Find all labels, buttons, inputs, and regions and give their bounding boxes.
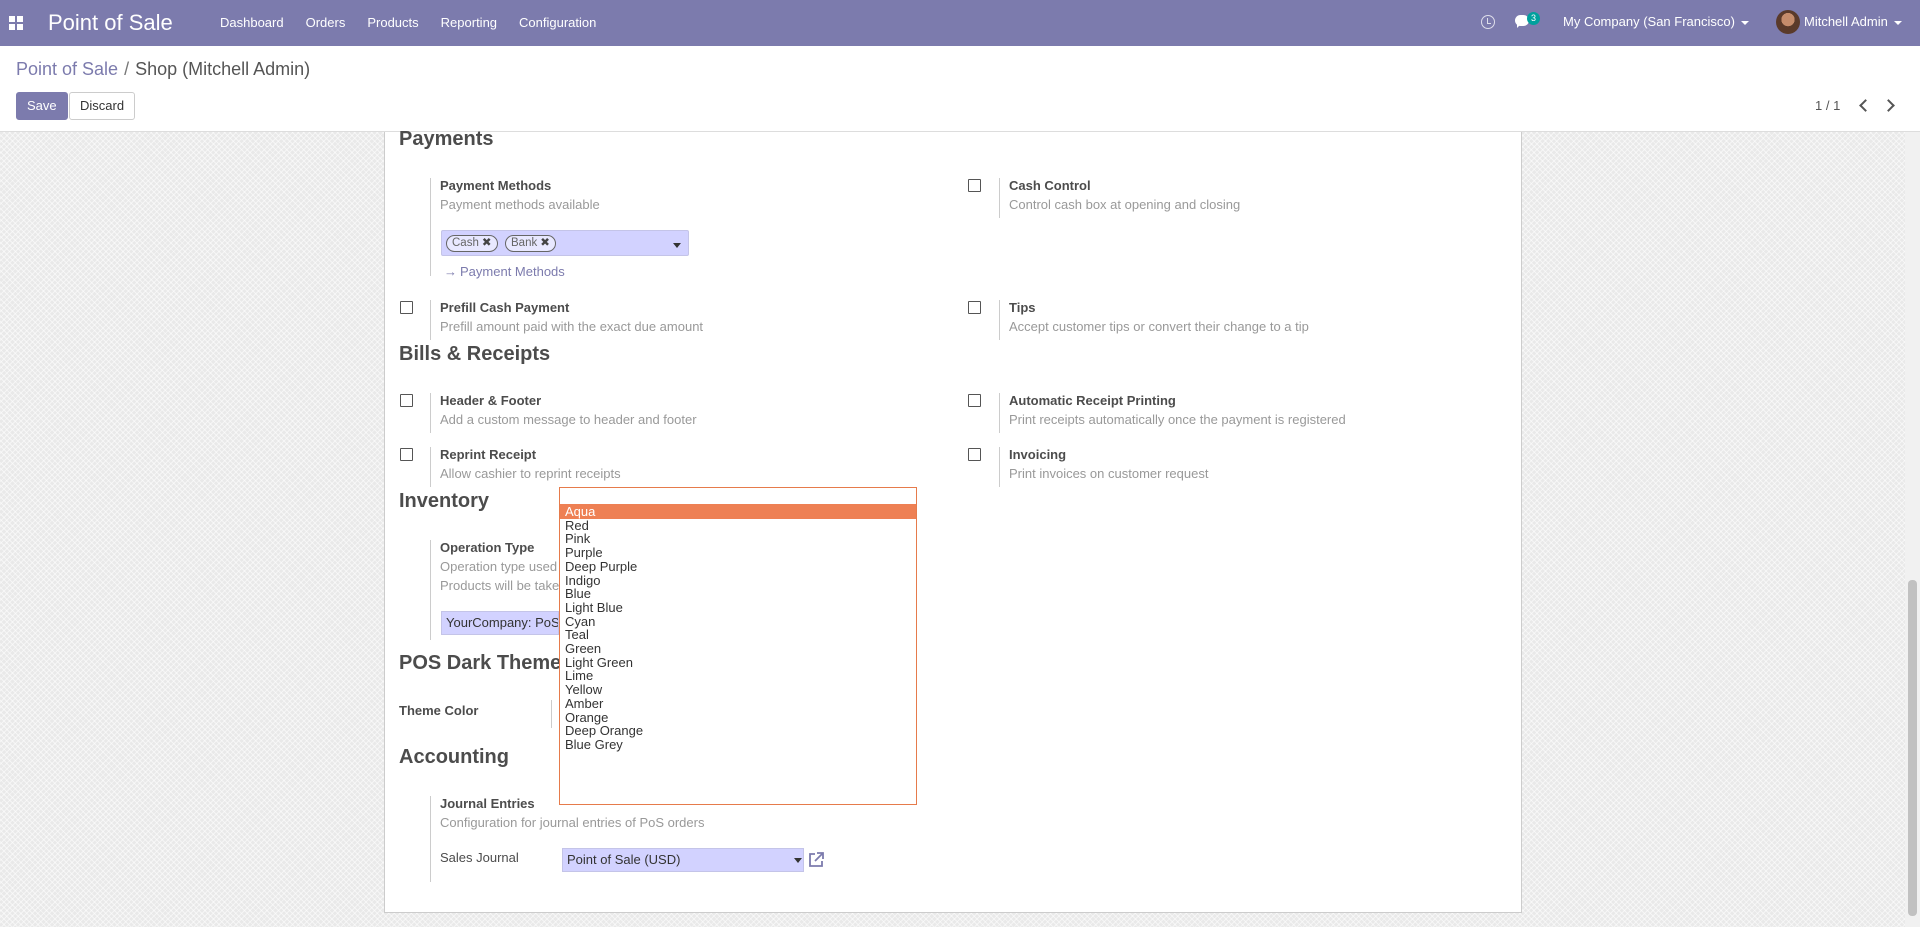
- reprint-receipt-checkbox[interactable]: [400, 448, 413, 461]
- breadcrumb: Point of Sale / Shop (Mitchell Admin): [16, 59, 310, 80]
- auto-receipt-checkbox[interactable]: [968, 394, 981, 407]
- remove-tag-icon[interactable]: ✖: [540, 237, 550, 249]
- setting-description: Print receipts automatically once the pa…: [1009, 412, 1346, 427]
- save-button[interactable]: Save: [16, 92, 68, 120]
- section-title-inventory: Inventory: [399, 490, 490, 512]
- activity-clock-icon[interactable]: [1481, 15, 1495, 29]
- user-menu[interactable]: Mitchell Admin: [1804, 14, 1902, 29]
- setting-cash-control: Cash Control Control cash box at opening…: [999, 178, 1349, 218]
- app-brand[interactable]: Point of Sale: [48, 10, 173, 36]
- setting-invoicing: Invoicing Print invoices on customer req…: [999, 447, 1349, 487]
- external-link-icon[interactable]: [807, 851, 825, 869]
- tips-checkbox[interactable]: [968, 301, 981, 314]
- user-name: Mitchell Admin: [1804, 14, 1888, 29]
- operation-type-select[interactable]: YourCompany: PoS: [441, 611, 559, 635]
- prefill-cash-checkbox[interactable]: [400, 301, 413, 314]
- setting-description: Accept customer tips or convert their ch…: [1009, 319, 1309, 334]
- setting-description: Print invoices on customer request: [1009, 466, 1209, 481]
- setting-header-footer: Header & Footer Add a custom message to …: [430, 393, 760, 433]
- apps-menu-icon[interactable]: [9, 16, 23, 30]
- theme-option-blue-grey[interactable]: Blue Grey: [560, 737, 916, 752]
- setting-label: Theme Color: [399, 703, 479, 718]
- setting-label: Prefill Cash Payment: [440, 300, 570, 315]
- setting-auto-receipt: Automatic Receipt Printing Print receipt…: [999, 393, 1379, 433]
- main-menu: Dashboard Orders Products Reporting Conf…: [220, 15, 618, 30]
- section-title-payments: Payments: [399, 128, 494, 150]
- setting-payment-methods: Payment Methods Payment methods availabl…: [430, 178, 760, 276]
- discard-button[interactable]: Discard: [69, 92, 136, 120]
- breadcrumb-separator: /: [124, 59, 130, 79]
- scrollbar-thumb[interactable]: [1908, 580, 1917, 916]
- setting-description: Add a custom message to header and foote…: [440, 412, 697, 427]
- setting-tips: Tips Accept customer tips or convert the…: [999, 300, 1349, 340]
- invoicing-checkbox[interactable]: [968, 448, 981, 461]
- header-footer-checkbox[interactable]: [400, 394, 413, 407]
- vertical-scrollbar[interactable]: [1905, 132, 1920, 927]
- setting-description: Allow cashier to reprint receipts: [440, 466, 621, 481]
- setting-reprint-receipt: Reprint Receipt Allow cashier to reprint…: [430, 447, 760, 487]
- menu-item-reporting[interactable]: Reporting: [441, 15, 497, 30]
- menu-item-products[interactable]: Products: [367, 15, 418, 30]
- setting-label: Journal Entries: [440, 796, 535, 811]
- payment-methods-link[interactable]: → Payment Methods: [444, 264, 565, 279]
- setting-label: Tips: [1009, 300, 1036, 315]
- setting-description: Products will be take: [440, 578, 560, 593]
- caret-down-icon[interactable]: [673, 243, 681, 248]
- setting-theme-color: Theme Color: [399, 703, 529, 723]
- section-title-bills-receipts: Bills & Receipts: [399, 343, 551, 365]
- control-panel: Point of Sale / Shop (Mitchell Admin) Save…: [0, 46, 1920, 132]
- setting-label: Header & Footer: [440, 393, 542, 408]
- setting-label: Automatic Receipt Printing: [1009, 393, 1176, 408]
- tag-bank: Bank ✖: [505, 235, 556, 252]
- caret-down-icon: [1740, 20, 1749, 25]
- menu-item-dashboard[interactable]: Dashboard: [220, 15, 284, 30]
- setting-label: Reprint Receipt: [440, 447, 537, 462]
- sales-journal-select[interactable]: Point of Sale (USD): [562, 848, 804, 872]
- menu-item-orders[interactable]: Orders: [306, 15, 346, 30]
- payment-methods-tags-field[interactable]: Cash ✖ Bank ✖: [441, 230, 689, 256]
- cash-control-checkbox[interactable]: [968, 179, 981, 192]
- company-name: My Company (San Francisco): [1563, 14, 1735, 29]
- setting-label: Invoicing: [1009, 447, 1067, 462]
- setting-label: Cash Control: [1009, 178, 1091, 193]
- setting-description: Configuration for journal entries of PoS…: [440, 815, 705, 830]
- setting-description: Payment methods available: [440, 197, 600, 212]
- arrow-right-icon: →: [444, 264, 457, 279]
- tag-cash: Cash ✖: [446, 235, 498, 252]
- section-title-accounting: Accounting: [399, 746, 509, 768]
- breadcrumb-current: Shop (Mitchell Admin): [135, 59, 311, 79]
- pager-value[interactable]: 1 / 1: [1815, 98, 1840, 113]
- setting-description: Control cash box at opening and closing: [1009, 197, 1241, 212]
- menu-item-configuration[interactable]: Configuration: [519, 15, 596, 30]
- top-navbar: Point of Sale Dashboard Orders Products …: [0, 0, 1920, 46]
- section-title-pos-dark-theme: POS Dark Theme: [399, 652, 562, 674]
- chevron-left-icon[interactable]: [1859, 99, 1872, 112]
- setting-label: Operation Type: [440, 540, 535, 555]
- setting-prefill-cash: Prefill Cash Payment Prefill amount paid…: [430, 300, 760, 340]
- setting-description: Prefill amount paid with the exact due a…: [440, 319, 704, 334]
- caret-down-icon: [1893, 20, 1902, 25]
- sales-journal-value: Point of Sale (USD): [567, 852, 681, 867]
- chat-counter-badge: 3: [1527, 12, 1541, 25]
- caret-down-icon[interactable]: [794, 858, 802, 863]
- setting-description: Operation type used: [440, 559, 558, 574]
- setting-label: Payment Methods: [440, 178, 552, 193]
- chevron-right-icon[interactable]: [1882, 99, 1895, 112]
- breadcrumb-parent-link[interactable]: Point of Sale: [16, 59, 118, 79]
- company-switcher[interactable]: My Company (San Francisco): [1563, 14, 1749, 29]
- user-avatar[interactable]: [1776, 10, 1800, 34]
- remove-tag-icon[interactable]: ✖: [482, 237, 492, 249]
- sales-journal-label: Sales Journal: [440, 850, 519, 865]
- theme-color-dropdown[interactable]: Aqua Red Pink Purple Deep Purple Indigo Blue Li…: [559, 487, 917, 805]
